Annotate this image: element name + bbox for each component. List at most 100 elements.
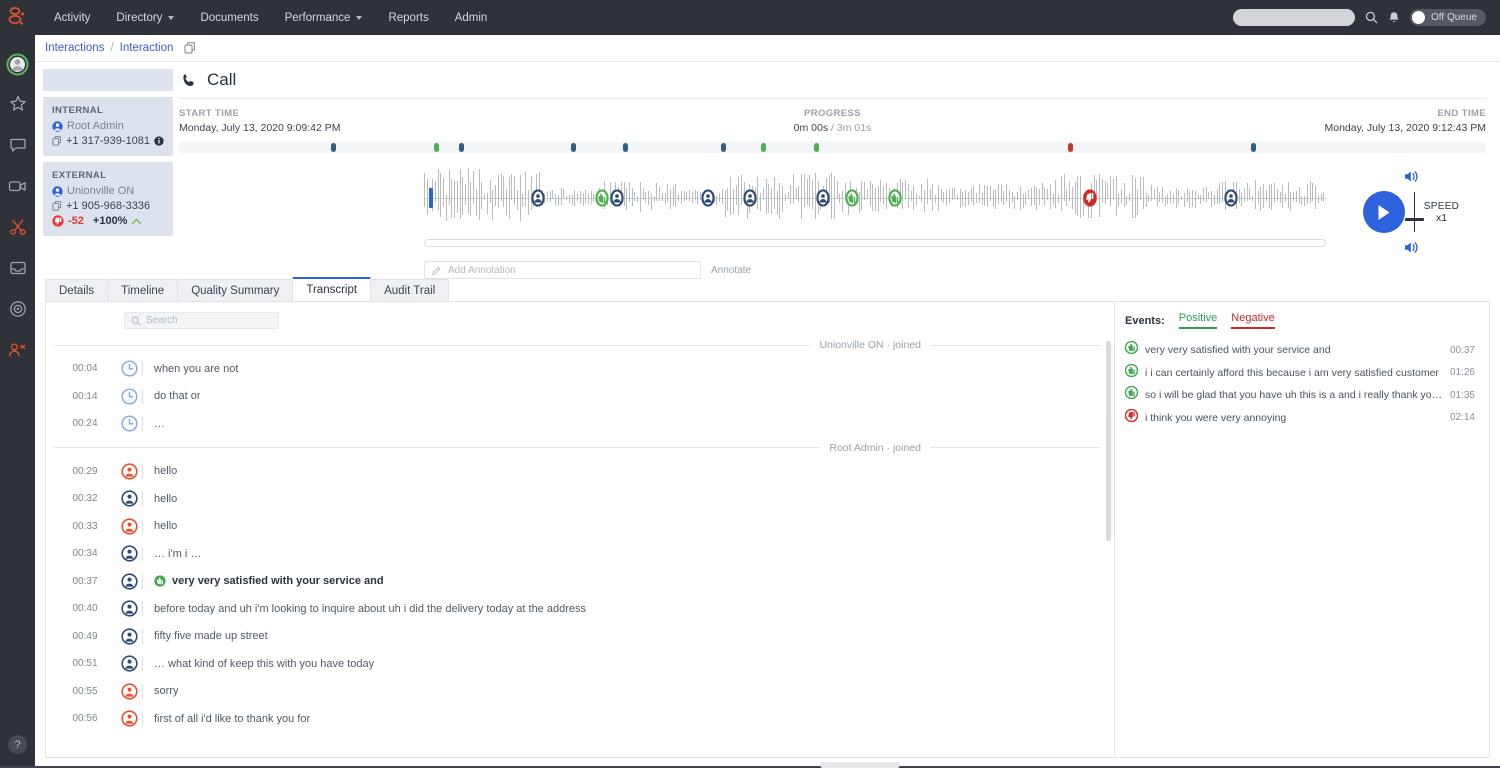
volume-up-icon[interactable]: [1403, 169, 1420, 184]
timeline-marker[interactable]: [434, 143, 439, 152]
copy-icon[interactable]: [184, 42, 196, 54]
waveform-playhead[interactable]: [429, 188, 433, 208]
rail-item-video[interactable]: [0, 165, 35, 206]
waveform-bar: [1203, 188, 1204, 198]
waveform-bar: [632, 188, 633, 198]
help-button[interactable]: ?: [8, 735, 27, 754]
waveform-bar: [727, 188, 728, 198]
start-time-block: START TIME Monday, July 13, 2020 9:09:42…: [179, 108, 341, 134]
transcript-row[interactable]: 00:33hello: [46, 513, 1100, 541]
rail-item-favorites[interactable]: [0, 83, 35, 124]
waveform-marker-positive[interactable]: [595, 190, 608, 207]
search-icon[interactable]: [1365, 11, 1378, 24]
waveform-marker-neutral[interactable]: [816, 190, 829, 207]
nav-item-reports[interactable]: Reports: [375, 0, 441, 35]
timeline-marker[interactable]: [761, 143, 766, 152]
rail-item-scissors[interactable]: [0, 206, 35, 247]
transcript-row[interactable]: 00:40before today and uh i'm looking to …: [46, 595, 1100, 623]
transcript-row-divider: [142, 629, 143, 644]
annotation-input[interactable]: Add Annotation: [424, 261, 701, 279]
transcript-row[interactable]: 00:34… i'm i …: [46, 540, 1100, 568]
transcript-scrollbar[interactable]: [1106, 341, 1111, 541]
global-search-input[interactable]: [1233, 9, 1355, 26]
transcript-row[interactable]: 00:51… what kind of keep this with you h…: [46, 650, 1100, 678]
tab-timeline[interactable]: Timeline: [107, 279, 178, 301]
interaction-timeline-bar[interactable]: [179, 142, 1486, 153]
waveform-marker-positive[interactable]: [846, 190, 859, 207]
transcript-row[interactable]: 00:55sorry: [46, 678, 1100, 706]
waveform-marker-positive[interactable]: [888, 190, 901, 207]
waveform-bar: [1198, 198, 1199, 199]
waveform-marker-neutral[interactable]: [743, 190, 756, 207]
breadcrumb-interactions[interactable]: Interactions: [45, 42, 104, 54]
timeline-marker[interactable]: [814, 143, 819, 152]
timeline-marker[interactable]: [721, 143, 726, 152]
clock-icon: [121, 388, 138, 405]
waveform-marker-neutral[interactable]: [702, 190, 715, 207]
volume-down-icon[interactable]: [1403, 240, 1420, 255]
waveform-bar: [1034, 186, 1035, 198]
transcript-row[interactable]: 00:29hello: [46, 458, 1100, 486]
nav-item-admin[interactable]: Admin: [442, 0, 501, 35]
annotate-button[interactable]: Annotate: [701, 265, 761, 276]
timeline-marker[interactable]: [459, 143, 464, 152]
waveform-bar: [681, 198, 682, 204]
transcript-row[interactable]: 00:32hello: [46, 485, 1100, 513]
participant-card-external[interactable]: EXTERNAL Unionville ON: [43, 162, 173, 236]
event-row[interactable]: i think you were very annoying02:14: [1125, 407, 1475, 430]
nav-item-activity[interactable]: Activity: [41, 0, 103, 35]
waveform-bar: [733, 189, 734, 198]
event-row[interactable]: i i can certainly afford this because i …: [1125, 362, 1475, 385]
tab-transcript[interactable]: Transcript: [292, 277, 371, 301]
nav-item-performance[interactable]: Performance: [272, 0, 376, 35]
waveform-bar: [468, 198, 469, 213]
transcript-search-input[interactable]: Search: [124, 312, 279, 329]
rail-item-people[interactable]: [0, 329, 35, 370]
waveform-bar: [779, 183, 780, 198]
events-filter-positive[interactable]: Positive: [1179, 312, 1218, 329]
event-row[interactable]: so i will be glad that you have uh this …: [1125, 384, 1475, 407]
transcript-row[interactable]: 00:49fifty five made up street: [46, 623, 1100, 651]
speed-slider[interactable]: [1414, 192, 1415, 232]
page-scroll-indicator[interactable]: [820, 762, 900, 768]
breadcrumb-interaction[interactable]: Interaction: [120, 42, 174, 54]
tab-quality-summary[interactable]: Quality Summary: [177, 279, 293, 301]
transcript-row[interactable]: 00:04when you are not: [46, 355, 1100, 383]
waveform-marker-neutral[interactable]: [1225, 190, 1238, 207]
nav-item-directory[interactable]: Directory: [103, 0, 187, 35]
timeline-marker[interactable]: [1068, 143, 1073, 152]
waveform-marker-negative[interactable]: [1083, 190, 1096, 207]
play-button[interactable]: [1363, 191, 1405, 233]
tab-audit-trail[interactable]: Audit Trail: [370, 279, 449, 301]
transcript-row[interactable]: 00:24…: [46, 410, 1100, 438]
waveform-scrubber[interactable]: [424, 239, 1326, 247]
transcript-row[interactable]: 00:14do that or: [46, 383, 1100, 411]
rail-item-inbox[interactable]: [0, 247, 35, 288]
transcript-timestamp: 00:29: [54, 466, 116, 477]
queue-status-toggle[interactable]: Off Queue: [1410, 9, 1486, 26]
transcript-scroll-area[interactable]: Unionville ON · joined00:04when you are …: [46, 335, 1114, 757]
tab-details[interactable]: Details: [45, 279, 108, 301]
timeline-marker[interactable]: [623, 143, 628, 152]
waveform-marker-neutral[interactable]: [531, 190, 544, 207]
waveform-bar: [1039, 198, 1040, 205]
timeline-marker[interactable]: [571, 143, 576, 152]
event-row[interactable]: very very satisfied with your service an…: [1125, 339, 1475, 362]
waveform-bar: [1061, 198, 1062, 211]
genesys-logo-icon[interactable]: [0, 0, 35, 35]
waveform-bar: [561, 188, 562, 198]
rail-item-chat[interactable]: [0, 124, 35, 165]
transcript-row[interactable]: 00:56first of all i'd like to thank you …: [46, 705, 1100, 733]
timeline-marker[interactable]: [331, 143, 336, 152]
waveform-marker-neutral[interactable]: [611, 190, 624, 207]
audio-waveform[interactable]: [424, 163, 1326, 233]
rail-item-user-avatar[interactable]: [0, 45, 35, 83]
notification-bell-icon[interactable]: [1388, 11, 1400, 25]
rail-item-target[interactable]: [0, 288, 35, 329]
speed-slider-knob[interactable]: [1405, 218, 1424, 221]
events-filter-negative[interactable]: Negative: [1231, 312, 1274, 329]
timeline-marker[interactable]: [1251, 143, 1256, 152]
participant-card-internal[interactable]: INTERNAL Root Admin: [43, 97, 173, 156]
transcript-row[interactable]: 00:37very very satisfied with your servi…: [46, 568, 1100, 596]
nav-item-documents[interactable]: Documents: [187, 0, 271, 35]
